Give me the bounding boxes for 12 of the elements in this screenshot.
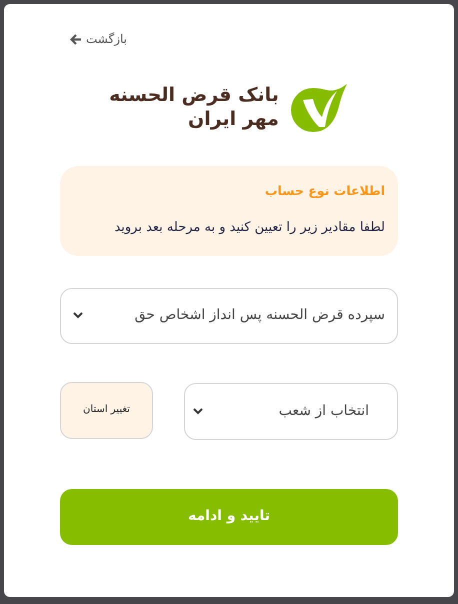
info-text: لطفا مقادیر زیر را تعیین کنید و به مرحله بعد بروید: [113, 218, 385, 237]
change-province-button[interactable]: تغییر استان: [60, 382, 153, 439]
logo-text: بانک قرض الحسنه: [109, 83, 279, 107]
branch-select[interactable]: انتخاب از شعب: [184, 382, 398, 440]
back-link[interactable]: بازگشت: [70, 30, 127, 48]
account-type-select[interactable]: سپرده قرض الحسنه پس انداز اشخاص حق: [60, 288, 398, 344]
arrow-left-icon: [70, 34, 82, 44]
info-title: اطلاعات نوع حساب: [264, 182, 385, 200]
chevron-down-icon: [73, 312, 83, 320]
leaf-check-logo-icon: [290, 82, 349, 132]
logo-text: مهر ایران: [187, 107, 279, 131]
chevron-down-icon: [193, 408, 203, 415]
